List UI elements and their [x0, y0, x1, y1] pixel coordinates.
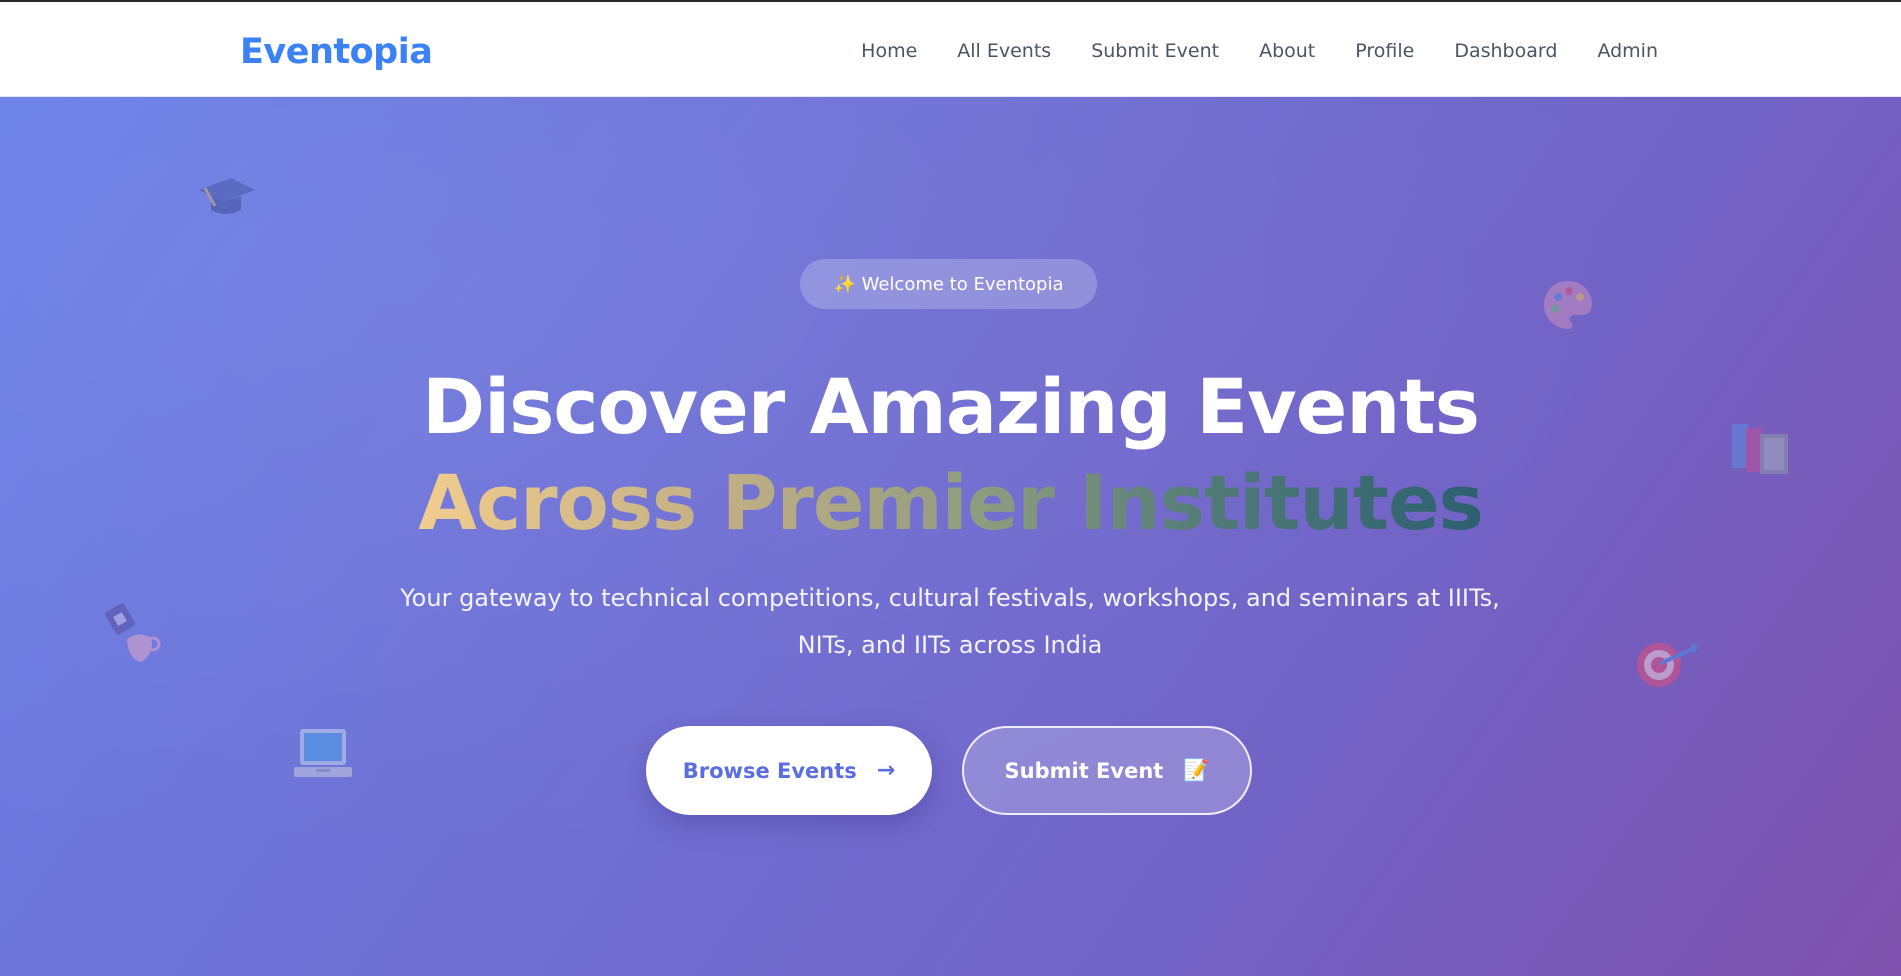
- laptop-icon: [294, 729, 352, 777]
- nav-all-events[interactable]: All Events: [957, 40, 1051, 62]
- nav-about[interactable]: About: [1259, 40, 1315, 62]
- browse-events-label: Browse Events: [682, 758, 857, 783]
- hero-section: ✨ Welcome to Eventopia Discover Amazing …: [0, 97, 1901, 976]
- hero-subtitle: Your gateway to technical competitions, …: [400, 584, 1500, 659]
- trophy-icon: [105, 603, 161, 662]
- hero-title-line2: Across Premier Institutes: [418, 455, 1483, 551]
- nav-profile[interactable]: Profile: [1355, 40, 1414, 62]
- hero-headline: Discover Amazing Events Across Premier I…: [0, 359, 1901, 551]
- graduation-cap-icon: [199, 178, 255, 214]
- nav-dashboard[interactable]: Dashboard: [1454, 40, 1557, 62]
- nav-submit-event[interactable]: Submit Event: [1091, 40, 1219, 62]
- submit-event-label: Submit Event: [1004, 758, 1164, 783]
- navbar: Eventopia Home All Events Submit Event A…: [0, 2, 1901, 97]
- hero-title-line1: Discover Amazing Events: [422, 362, 1480, 451]
- browse-events-button[interactable]: Browse Events →: [646, 726, 932, 815]
- arrow-right-icon: →: [876, 758, 896, 783]
- submit-event-button[interactable]: Submit Event 📝: [962, 726, 1252, 815]
- memo-icon: 📝: [1183, 758, 1210, 782]
- nav-home[interactable]: Home: [861, 40, 917, 62]
- brand-logo[interactable]: Eventopia: [240, 32, 433, 72]
- palette-icon: [1544, 281, 1592, 329]
- welcome-badge: ✨ Welcome to Eventopia: [800, 259, 1097, 309]
- nav-links: Home All Events Submit Event About Profi…: [861, 40, 1658, 62]
- nav-admin[interactable]: Admin: [1597, 40, 1658, 62]
- welcome-badge-text: ✨ Welcome to Eventopia: [833, 273, 1064, 295]
- target-icon: [1637, 643, 1699, 687]
